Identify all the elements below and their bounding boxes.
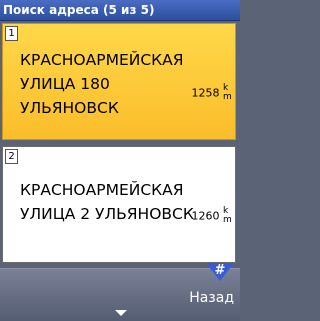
hash-button[interactable]: # (206, 263, 234, 281)
result-index: 2 (5, 149, 18, 164)
distance-unit-bottom: m (223, 92, 232, 102)
result-distance: 1260 k m (191, 207, 232, 225)
chevron-down-icon[interactable] (115, 310, 127, 316)
distance-unit: k m (223, 84, 232, 102)
distance-unit: k m (223, 207, 232, 225)
softkey-bar: # Назад (0, 263, 240, 321)
result-address: КРАСНОАРМЕЙСКАЯ УЛИЦА 2 УЛЬЯНОВСК (20, 181, 194, 223)
distance-unit-bottom: m (223, 215, 232, 225)
result-address: КРАСНОАРМЕЙСКАЯ УЛИЦА 180 УЛЬЯНОВСК (20, 51, 184, 117)
window-title: Поиск адреса (5 из 5) (0, 0, 240, 21)
distance-value: 1260 (191, 209, 220, 223)
result-distance: 1258 k m (191, 84, 232, 102)
back-button[interactable]: Назад (189, 290, 234, 306)
distance-value: 1258 (191, 86, 220, 100)
results-list: 1 КРАСНОАРМЕЙСКАЯ УЛИЦА 180 УЛЬЯНОВСК 12… (0, 21, 240, 268)
result-index: 1 (5, 26, 18, 41)
result-item-2[interactable]: 2 КРАСНОАРМЕЙСКАЯ УЛИЦА 2 УЛЬЯНОВСК 1260… (2, 146, 236, 263)
result-item-1[interactable]: 1 КРАСНОАРМЕЙСКАЯ УЛИЦА 180 УЛЬЯНОВСК 12… (2, 23, 236, 140)
